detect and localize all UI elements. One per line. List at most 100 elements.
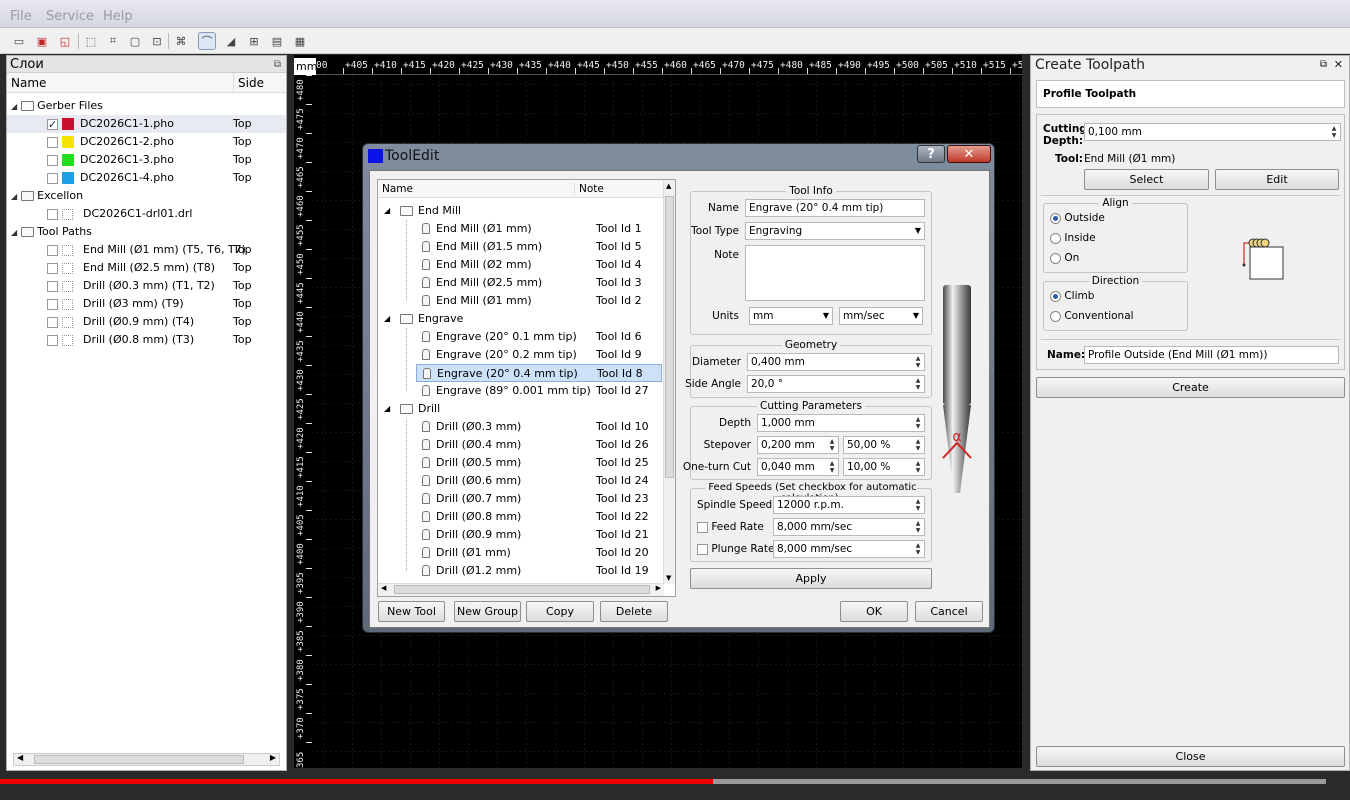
edit-button[interactable]: Edit bbox=[1215, 169, 1339, 190]
toolpath-row[interactable]: End Mill (Ø2.5 mm) (T8) Top bbox=[7, 259, 286, 277]
feed-rate-toggle[interactable]: Feed Rate bbox=[697, 521, 764, 533]
expand-icon[interactable]: ◢ bbox=[384, 400, 390, 418]
float-icon[interactable]: ⧉ bbox=[1320, 56, 1327, 74]
spin-icon[interactable]: ▲ ▼ bbox=[913, 542, 923, 556]
tree-group[interactable]: ◢ End Mill bbox=[378, 202, 664, 220]
tool-row[interactable]: Drill (Ø1.2 mm) Tool Id 19 bbox=[378, 562, 664, 580]
toolpath-checkbox[interactable] bbox=[47, 334, 58, 346]
select-icon[interactable]: ⬚ bbox=[82, 32, 100, 50]
scroll-thumb[interactable] bbox=[34, 755, 244, 764]
layer-checkbox[interactable] bbox=[47, 154, 58, 166]
speed-units-select[interactable]: mm/sec ▼ bbox=[839, 307, 923, 325]
oneturn-percent-input[interactable]: 10,00 % ▲ ▼ bbox=[843, 458, 925, 476]
scroll-thumb[interactable] bbox=[665, 196, 674, 478]
help-button[interactable]: ? bbox=[917, 145, 945, 163]
tool-row[interactable]: Drill (Ø0.7 mm) Tool Id 23 bbox=[378, 490, 664, 508]
expand-icon[interactable]: ◢ bbox=[384, 310, 390, 328]
dialog-close-button[interactable]: ✕ bbox=[947, 145, 991, 163]
scroll-up-icon[interactable]: ▲ bbox=[666, 182, 671, 190]
tool-name-input[interactable]: Engrave (20° 0.4 mm tip) bbox=[745, 199, 925, 217]
tool-tree[interactable]: Name Note ◢ End Mill End Mill (Ø1 mm) To… bbox=[377, 179, 676, 597]
spin-icon[interactable]: ▲ ▼ bbox=[1329, 125, 1339, 139]
toolpath-checkbox[interactable] bbox=[47, 298, 58, 310]
stepover-input[interactable]: 0,200 mm ▲ ▼ bbox=[757, 436, 839, 454]
new-tool-button[interactable]: New Tool bbox=[378, 601, 445, 622]
close-icon[interactable]: ✕ bbox=[1334, 56, 1343, 74]
new-group-button[interactable]: New Group bbox=[454, 601, 521, 622]
tool-row[interactable]: Engrave (20° 0.1 mm tip) Tool Id 6 bbox=[378, 328, 664, 346]
layer-row[interactable]: DC2026C1-drl01.drl bbox=[7, 205, 286, 223]
plunge-rate-input[interactable]: 8,000 mm/sec ▲ ▼ bbox=[773, 540, 925, 558]
tool-row[interactable]: End Mill (Ø1 mm) Tool Id 2 bbox=[378, 292, 664, 310]
group-excellon[interactable]: ◢ Excellon bbox=[11, 187, 286, 205]
note-textarea[interactable] bbox=[745, 245, 925, 301]
spin-icon[interactable]: ▲ ▼ bbox=[913, 520, 923, 534]
toolpath-checkbox[interactable] bbox=[47, 316, 58, 328]
import-icon[interactable]: ▣ bbox=[33, 32, 51, 50]
spin-icon[interactable]: ▲ ▼ bbox=[913, 498, 923, 512]
toolpath-row[interactable]: Drill (Ø3 mm) (T9) Top bbox=[7, 295, 286, 313]
col-note[interactable]: Note bbox=[574, 183, 604, 195]
align-on[interactable]: On bbox=[1050, 252, 1079, 264]
direction-climb[interactable]: Climb bbox=[1050, 290, 1094, 302]
layer-checkbox[interactable] bbox=[47, 116, 58, 134]
frame-icon[interactable]: ⌗ bbox=[104, 32, 122, 50]
tool-row[interactable]: Drill (Ø0.9 mm) Tool Id 21 bbox=[378, 526, 664, 544]
diameter-input[interactable]: 0,400 mm ▲ ▼ bbox=[747, 353, 925, 371]
export-icon[interactable]: ◱ bbox=[56, 32, 74, 50]
depth-input[interactable]: 1,000 mm ▲ ▼ bbox=[757, 414, 925, 432]
col-name[interactable]: Name bbox=[382, 183, 413, 195]
tree-hscroll[interactable]: ◀ ▶ bbox=[378, 583, 664, 596]
align-outside[interactable]: Outside bbox=[1050, 212, 1105, 224]
select-button[interactable]: Select bbox=[1084, 169, 1209, 190]
create-button[interactable]: Create bbox=[1036, 377, 1345, 398]
delete-button[interactable]: Delete bbox=[600, 601, 668, 622]
spin-icon[interactable]: ▲ ▼ bbox=[827, 460, 837, 474]
tool-row[interactable]: End Mill (Ø1 mm) Tool Id 1 bbox=[378, 220, 664, 238]
scroll-left-icon[interactable]: ◀ bbox=[17, 753, 23, 762]
apply-button[interactable]: Apply bbox=[690, 568, 932, 589]
spin-icon[interactable]: ▲ ▼ bbox=[827, 438, 837, 452]
toolpath-checkbox[interactable] bbox=[47, 244, 58, 256]
tool-row[interactable]: Drill (Ø1 mm) Tool Id 20 bbox=[378, 544, 664, 562]
tool-row[interactable]: End Mill (Ø2 mm) Tool Id 4 bbox=[378, 256, 664, 274]
tree-vscroll[interactable]: ▲ ▼ bbox=[663, 180, 675, 584]
scroll-right-icon[interactable]: ▶ bbox=[656, 584, 661, 592]
ok-button[interactable]: OK bbox=[840, 601, 908, 622]
layer-checkbox[interactable] bbox=[47, 208, 58, 220]
layer-row[interactable]: DC2026C1-2.pho Top bbox=[7, 133, 286, 151]
tool-row[interactable]: End Mill (Ø2.5 mm) Tool Id 3 bbox=[378, 274, 664, 292]
tree-group[interactable]: ◢ Engrave bbox=[378, 310, 664, 328]
tool-row[interactable]: Drill (Ø0.5 mm) Tool Id 25 bbox=[378, 454, 664, 472]
spin-icon[interactable]: ▲ ▼ bbox=[913, 355, 923, 369]
align-inside[interactable]: Inside bbox=[1050, 232, 1096, 244]
layer-row[interactable]: DC2026C1-3.pho Top bbox=[7, 151, 286, 169]
tool-row[interactable]: Engrave (20° 0.4 mm tip) Tool Id 8 bbox=[416, 364, 662, 382]
toolpath-row[interactable]: Drill (Ø0.9 mm) (T4) Top bbox=[7, 313, 286, 331]
scroll-down-icon[interactable]: ▼ bbox=[666, 574, 671, 582]
video-progress-remaining[interactable] bbox=[713, 779, 1326, 784]
toolpath-checkbox[interactable] bbox=[47, 280, 58, 292]
col-name[interactable]: Name bbox=[11, 73, 46, 93]
toolpath-row[interactable]: End Mill (Ø1 mm) (T5, T6, T7) Top bbox=[7, 241, 286, 259]
open-folder-icon[interactable]: ▭ bbox=[10, 32, 28, 50]
oneturn-input[interactable]: 0,040 mm ▲ ▼ bbox=[757, 458, 839, 476]
fill-icon[interactable]: ◢ bbox=[222, 32, 240, 50]
table-icon[interactable]: ▦ bbox=[291, 32, 309, 50]
toolpath-name-input[interactable]: Profile Outside (End Mill (Ø1 mm)) bbox=[1084, 346, 1339, 364]
close-button[interactable]: Close bbox=[1036, 746, 1345, 767]
chevron-down-icon[interactable]: ▼ bbox=[823, 308, 829, 324]
col-side[interactable]: Side bbox=[233, 73, 264, 93]
direction-conventional[interactable]: Conventional bbox=[1050, 310, 1134, 322]
chevron-down-icon[interactable]: ▼ bbox=[913, 308, 919, 324]
float-icon[interactable]: ⧉ bbox=[274, 56, 281, 73]
group-toolpaths[interactable]: ◢ Tool Paths bbox=[11, 223, 286, 241]
tool-row[interactable]: Engrave (89° 0.001 mm tip) Tool Id 27 bbox=[378, 382, 664, 400]
area-icon[interactable]: ▢ bbox=[126, 32, 144, 50]
layer-row[interactable]: DC2026C1-1.pho Top bbox=[7, 115, 286, 134]
layer-checkbox[interactable] bbox=[47, 172, 58, 184]
scroll-thumb[interactable] bbox=[394, 585, 650, 594]
group-gerber[interactable]: ◢ Gerber Files bbox=[11, 97, 286, 115]
toolpath-checkbox[interactable] bbox=[47, 262, 58, 274]
tree-group[interactable]: ◢ Drill bbox=[378, 400, 664, 418]
